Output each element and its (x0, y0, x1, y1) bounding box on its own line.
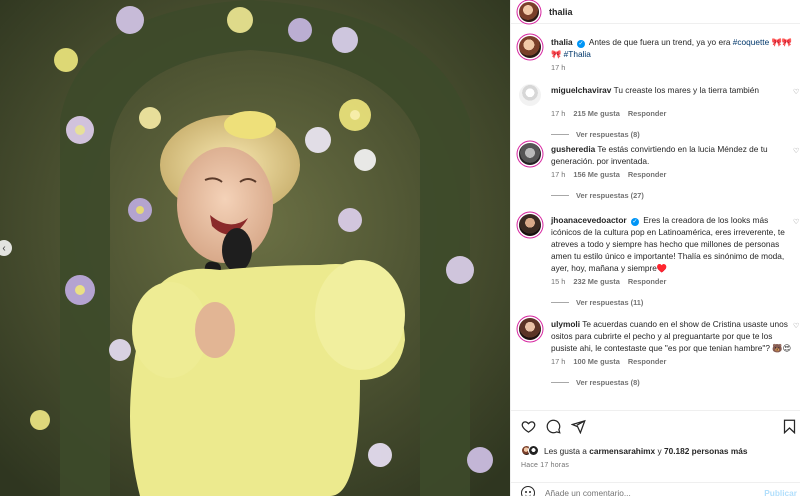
emoji-icon[interactable] (521, 485, 535, 496)
comment: gusheredia Te estás convirtiendo en la l… (519, 143, 800, 200)
comment-likes[interactable]: 232 Me gusta (573, 277, 619, 286)
avatar[interactable] (519, 214, 541, 236)
avatar (528, 445, 539, 456)
caption-meta: 17 h (551, 63, 800, 72)
caption-time[interactable]: 17 h (551, 63, 565, 72)
comment-likes[interactable]: 100 Me gusta (573, 357, 619, 366)
view-replies-label: Ver respuestas (27) (576, 191, 644, 200)
comment-text: Tu creaste los mares y la tierra también (613, 85, 759, 95)
hashtag-link[interactable]: #coquette (733, 37, 769, 47)
view-replies-button[interactable]: Ver respuestas (27) (551, 191, 800, 200)
caption-username[interactable]: thalia (551, 37, 573, 47)
view-replies-button[interactable]: Ver respuestas (11) (551, 298, 800, 307)
comment-time[interactable]: 15 h (551, 277, 565, 286)
comment-text: Te acuerdas cuando en el show de Cristin… (551, 319, 792, 353)
share-icon[interactable] (570, 419, 586, 436)
comment-username[interactable]: miguelchavirav (551, 85, 611, 95)
comment-time[interactable]: 17 h (551, 357, 565, 366)
bookmark-icon[interactable] (782, 419, 797, 436)
post-header: thalia (511, 0, 800, 24)
likes-prefix: Les gusta a (544, 445, 587, 456)
comment-icon[interactable] (546, 419, 561, 436)
avatar[interactable] (519, 36, 541, 58)
post-side-panel: thalia thalia ✓ Antes de que fuera un tr… (510, 0, 800, 496)
post-actions: Les gusta a carmensarahimx y 70.182 pers… (511, 410, 800, 496)
heart-icon[interactable] (521, 419, 536, 436)
comment-likes[interactable]: 156 Me gusta (573, 170, 619, 179)
comment-time[interactable]: 17 h (551, 170, 565, 179)
caption: thalia ✓ Antes de que fuera un trend, ya… (519, 36, 800, 72)
avatar[interactable] (519, 318, 541, 340)
likes-user[interactable]: carmensarahimx (589, 446, 655, 456)
reply-button[interactable]: Responder (628, 170, 667, 179)
header-username[interactable]: thalia (549, 7, 573, 17)
comment-likes[interactable]: 215 Me gusta (573, 109, 619, 118)
add-comment-bar: Publicar (511, 482, 800, 496)
view-replies-label: Ver respuestas (11) (576, 298, 644, 307)
post-timestamp[interactable]: Hace 17 horas (521, 462, 569, 469)
comment: miguelchavirav Tu creaste los mares y la… (519, 84, 800, 139)
comments-list[interactable]: thalia ✓ Antes de que fuera un trend, ya… (511, 30, 800, 410)
view-replies-button[interactable]: Ver respuestas (8) (551, 378, 800, 387)
heart-icon[interactable]: ♡ (793, 323, 800, 331)
hashtag-link[interactable]: #Thalia (564, 49, 591, 59)
post-media[interactable]: ‹ (0, 0, 510, 496)
view-replies-button[interactable]: Ver respuestas (8) (551, 130, 800, 139)
comment: jhoanacevedoactor ✓ Eres la creadora de … (519, 214, 800, 307)
avatar[interactable] (519, 84, 541, 106)
likes-text: Les gusta a carmensarahimx y 70.182 pers… (544, 446, 747, 456)
verified-badge-icon: ✓ (576, 40, 585, 48)
heart-icon[interactable]: ♡ (793, 148, 800, 156)
reply-button[interactable]: Responder (628, 109, 667, 118)
view-replies-label: Ver respuestas (8) (576, 378, 640, 387)
heart-icon[interactable]: ♡ (793, 89, 800, 97)
avatar[interactable] (519, 143, 541, 165)
comment-time[interactable]: 17 h (551, 109, 565, 118)
heart-icon[interactable]: ♡ (793, 219, 800, 227)
post-photo (0, 0, 510, 496)
comment-username[interactable]: ulymoli (551, 319, 580, 329)
comment-username[interactable]: jhoanacevedoactor (551, 215, 627, 225)
reply-button[interactable]: Responder (628, 277, 667, 286)
verified-badge-icon: ✓ (630, 218, 639, 226)
reply-button[interactable]: Responder (628, 357, 667, 366)
comment-input[interactable] (545, 487, 745, 496)
likes-middle: y (657, 445, 662, 456)
avatar[interactable] (519, 1, 539, 22)
view-replies-label: Ver respuestas (8) (576, 130, 640, 139)
likes-summary[interactable]: Les gusta a carmensarahimx y 70.182 pers… (521, 445, 747, 456)
caption-text: Antes de que fuera un trend, ya yo era (588, 37, 731, 47)
likes-count[interactable]: 70.182 personas más (664, 446, 747, 456)
post-comment-button[interactable]: Publicar (764, 488, 797, 496)
comment: ulymoli Te acuerdas cuando en el show de… (519, 318, 800, 387)
comment-username[interactable]: gusheredia (551, 144, 595, 154)
